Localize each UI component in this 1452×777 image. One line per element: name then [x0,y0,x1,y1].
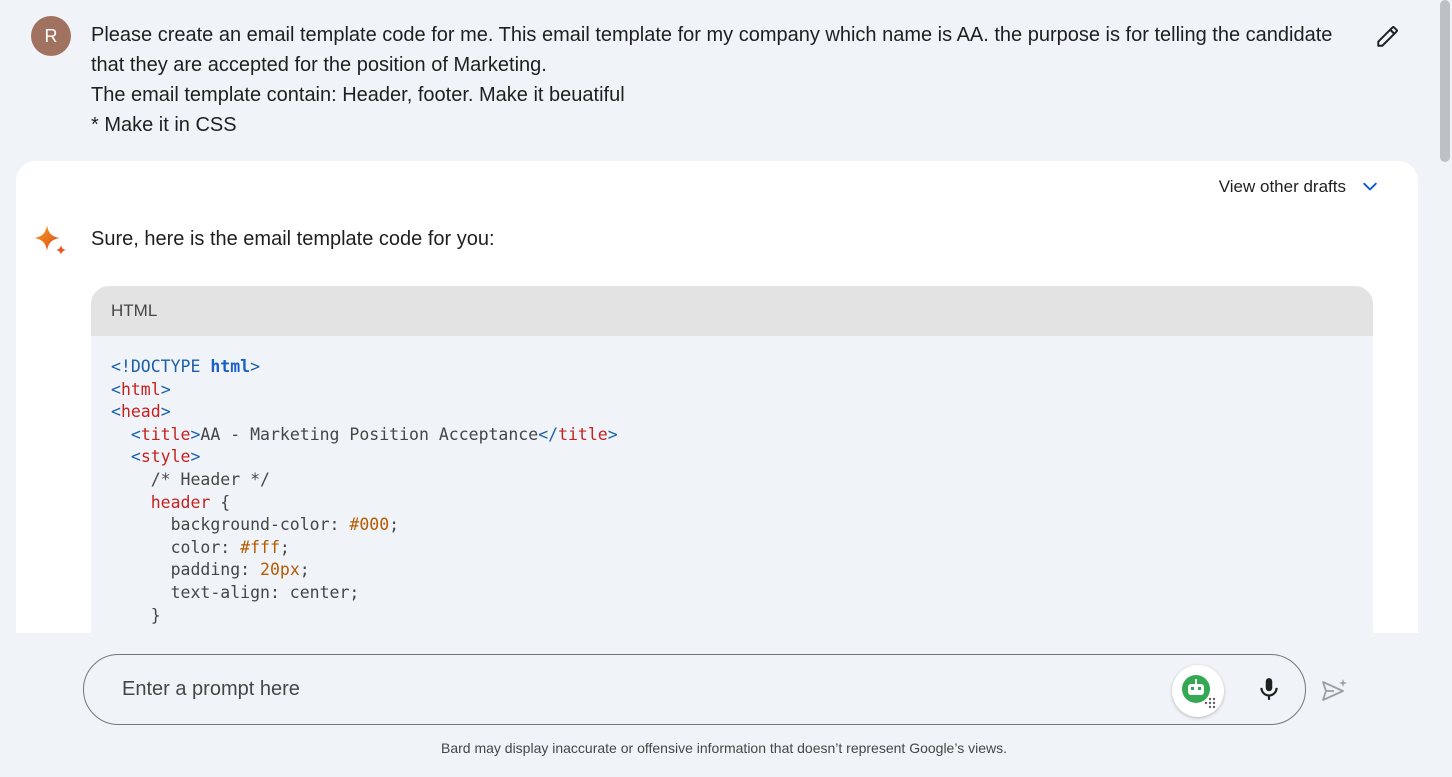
code-token: #000 [349,515,390,535]
code-token: title [558,424,608,444]
code-token: AA - Marketing Position Acceptance [200,424,539,444]
code-token: > [160,379,171,399]
code-token: padding: [111,560,261,580]
code-line: <style> [111,446,1373,469]
page-scrollbar-thumb[interactable] [1440,0,1450,162]
user-message-line: The email template contain: Header, foot… [91,84,625,106]
code-block-header: HTML [91,286,1373,336]
response-card: View other drafts Sure, here is the emai… [16,161,1418,633]
robot-icon [1182,675,1216,709]
user-message-line: that they are accepted for the position … [91,54,547,76]
avatar[interactable]: R [31,16,71,56]
microphone-button[interactable] [1249,669,1289,709]
code-token: < [111,424,141,444]
code-token: < [111,447,141,467]
page-scrollbar[interactable] [1438,0,1452,777]
code-line: background-color: #000; [111,514,1373,537]
code-line: <title>AA - Marketing Position Acceptanc… [111,424,1373,447]
view-other-drafts-label: View other drafts [1218,177,1346,196]
disclaimer: Bard may display inaccurate or offensive… [440,740,1007,756]
code-token: 20px [260,560,300,580]
user-message-line: Please create an email template code for… [91,24,1333,46]
code-token: title [140,424,191,444]
code-token: ; [299,560,310,580]
code-token: color: [111,537,241,557]
code-line: color: #fff; [111,537,1373,560]
user-message: R Please create an email template code f… [0,0,1438,160]
code-line: header { [111,492,1373,515]
pencil-icon [1377,26,1398,47]
code-token: background-color: [111,515,350,535]
code-token: { [210,492,231,512]
code-token: style [140,447,191,467]
code-language-label: HTML [111,301,158,320]
code-line: /* Header */ [111,469,1373,492]
code-token: } [111,605,161,625]
code-token: </ [538,424,559,444]
code-token: > [607,424,618,444]
code-line: <!DOCTYPE html> [111,356,1373,379]
code-token: < [111,379,121,399]
code-token: /* Header */ [111,469,270,489]
code-token: > [160,402,171,422]
code-line: text-align: center; [111,582,1373,605]
view-other-drafts-button[interactable]: View other drafts [1219,177,1380,197]
send-button[interactable] [1316,673,1352,709]
code-token: html [120,379,161,399]
code-line: <html> [111,379,1373,402]
code-token: > [250,357,261,376]
code-token: html [210,357,251,376]
code-token: head [120,402,161,422]
user-message-text: Please create an email template code for… [91,20,1371,140]
extension-button[interactable] [1172,665,1224,717]
user-message-line: * Make it in CSS [91,114,237,136]
code-token: > [190,424,201,444]
code-token: <!DOCTYPE [111,357,211,376]
code-token: header [150,492,211,512]
prompt-input[interactable] [122,655,1162,724]
microphone-icon [1260,678,1278,700]
code-token: ; [279,537,290,557]
edit-prompt-button[interactable] [1372,20,1404,52]
code-line: padding: 20px; [111,559,1373,582]
code-line: <head> [111,401,1373,424]
code-block: HTML <!DOCTYPE html> <html> <head> <title>… [91,286,1373,633]
send-icon [1322,679,1347,701]
response-intro: Sure, here is the email template code fo… [91,228,495,250]
chevron-down-icon [1363,182,1377,191]
sparkle-icon [34,225,66,255]
code-token: text-align: center; [111,582,360,602]
code-token: < [111,402,121,422]
code-token: #fff [240,537,280,557]
prompt-bar [83,654,1306,725]
code-token: > [190,447,201,467]
code-token: ; [389,515,400,535]
avatar-letter: R [44,25,58,46]
code-body[interactable]: <!DOCTYPE html> <html> <head> <title>AA - … [91,336,1373,627]
code-line: } [111,605,1373,628]
